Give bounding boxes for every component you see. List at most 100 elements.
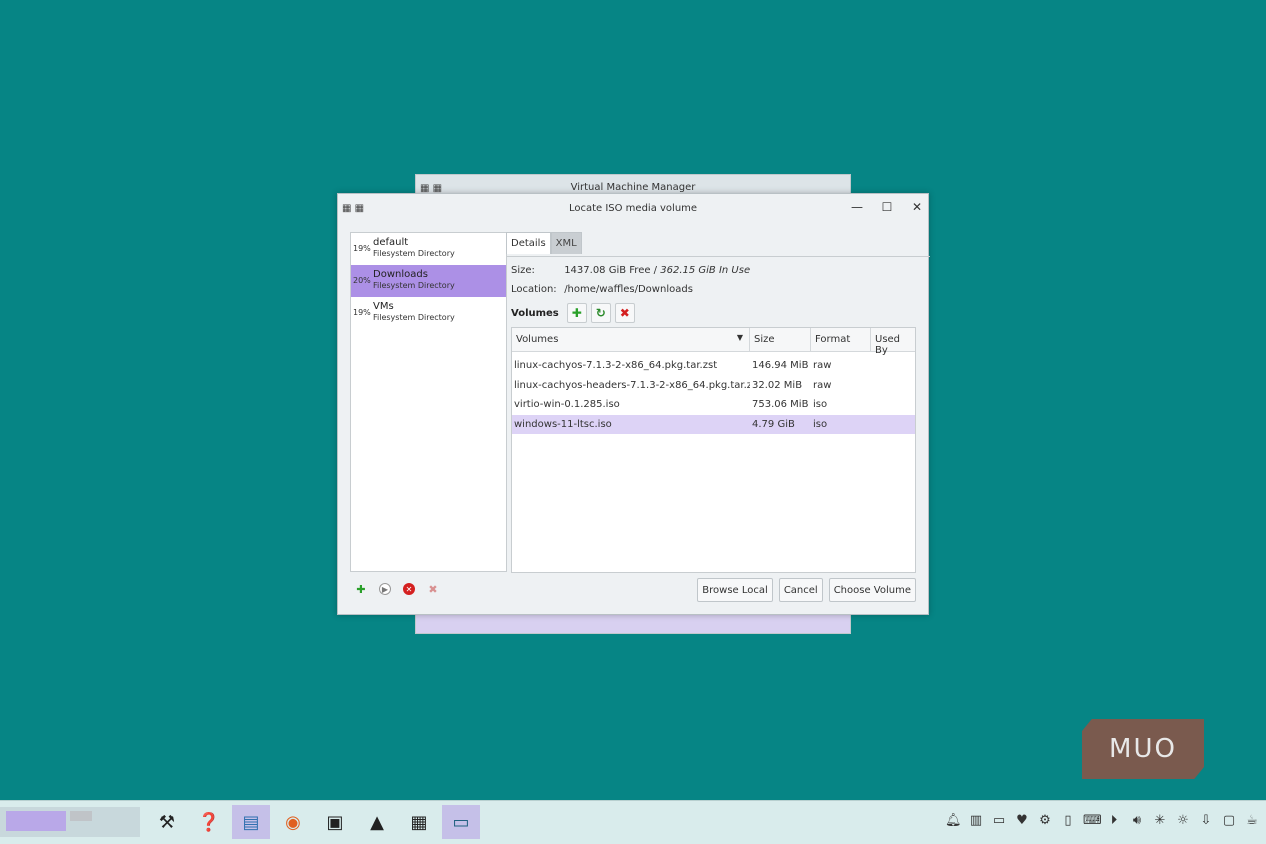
monitor-icon[interactable]: ▭ (442, 805, 480, 839)
pool-type: Filesystem Directory (373, 281, 455, 290)
window-icon[interactable]: ▢ (1221, 813, 1237, 828)
pool-type: Filesystem Directory (373, 249, 455, 258)
maximize-button[interactable]: ☐ (880, 200, 894, 214)
dialog-titlebar: ▦ ▦ Locate ISO media volume — ☐ ✕ (338, 194, 928, 222)
background-window-title: Virtual Machine Manager (570, 182, 696, 193)
dialog-title: Locate ISO media volume (568, 202, 698, 214)
pool-usage: 19% (353, 244, 371, 253)
system-tray: 🔔︎ ▥ ▭ ♥︎ ⚙︎ ▯ ⌨︎ ⏵︎ 🔊︎ ✳︎ ☼ ⇩ ▢ ☕︎ (945, 813, 1260, 828)
delete-icon: ✖ (619, 306, 630, 320)
file-manager-icon[interactable]: ▤ (232, 805, 270, 839)
coffee-icon[interactable]: ☕︎ (1244, 813, 1260, 828)
app-icon: ▦ ▦ (342, 202, 365, 214)
column-header-volumes[interactable]: Volumes ▼ (512, 328, 750, 351)
refresh-icon: ↻ (595, 306, 606, 320)
package-manager-icon[interactable]: ▲ (358, 805, 396, 839)
table-row[interactable]: virtio-win-0.1.285.iso 753.06 MiB iso (512, 395, 915, 415)
delete-icon: ✖ (428, 582, 438, 596)
column-header-used-by[interactable]: Used By (871, 328, 915, 356)
terminal-icon[interactable]: ▣ (316, 805, 354, 839)
sort-down-icon: ▼ (736, 333, 743, 342)
cancel-button[interactable]: Cancel (778, 578, 823, 602)
size-label: Size: (511, 265, 535, 276)
taskbar: ⚒ ❓ ▤ ◉ ▣ ▲ ▦ ▭ 🔔︎ ▥ ▭ ♥︎ ⚙︎ ▯ ⌨︎ ⏵︎ 🔊︎ … (0, 800, 1266, 844)
pool-usage: 20% (353, 276, 371, 285)
help-icon[interactable]: ❓ (190, 805, 228, 839)
workspace-pager[interactable] (0, 807, 140, 837)
notifications-icon[interactable]: 🔔︎ (945, 813, 962, 828)
table-row[interactable]: linux-cachyos-7.1.3-2-x86_64.pkg.tar.zst… (512, 356, 915, 376)
tab-details[interactable]: Details (506, 232, 551, 254)
volume-icon[interactable]: 🔊︎ (1129, 813, 1145, 828)
vpn-icon[interactable]: ♥︎ (1014, 813, 1030, 828)
location-value: /home/waffles/Downloads (564, 284, 693, 295)
delete-pool-button[interactable]: ✖ (424, 580, 442, 598)
workspace-indicator[interactable] (70, 811, 92, 821)
refresh-volumes-button[interactable]: ↻ (590, 303, 611, 323)
firefox-icon[interactable]: ◉ (274, 805, 312, 839)
play-icon: ▶ (379, 583, 391, 595)
browse-local-button[interactable]: Browse Local (697, 578, 773, 602)
start-pool-button[interactable]: ▶ (376, 580, 394, 598)
volume-format: raw (813, 379, 832, 391)
volume-size: 4.79 GiB (752, 418, 795, 430)
volumes-table: Volumes ▼ Size Format Used By linux-cachy… (511, 327, 916, 573)
volume-format: iso (813, 418, 828, 430)
network-icon[interactable]: ▭ (991, 813, 1007, 828)
pool-type: Filesystem Directory (373, 313, 455, 322)
pool-name: VMs (373, 301, 394, 312)
bluetooth-icon[interactable]: ⚙︎ (1037, 813, 1053, 828)
workspace-icon[interactable]: ▥ (968, 813, 984, 828)
add-pool-button[interactable]: ✚ (352, 580, 370, 598)
choose-volume-button[interactable]: Choose Volume (828, 578, 916, 602)
locate-iso-dialog: ▦ ▦ Locate ISO media volume — ☐ ✕ 19% de… (337, 193, 930, 615)
size-in-use: 362.15 GiB In Use (660, 265, 751, 276)
pool-item-vms[interactable]: 19% VMs Filesystem Directory (351, 297, 506, 329)
updates-icon[interactable]: ⇩ (1198, 813, 1214, 828)
pool-name: Downloads (373, 269, 428, 280)
tab-xml[interactable]: XML (550, 232, 582, 254)
close-button[interactable]: ✕ (910, 200, 924, 214)
pool-item-default[interactable]: 19% default Filesystem Directory (351, 233, 506, 265)
delete-volume-button[interactable]: ✖ (614, 303, 635, 323)
pool-item-downloads[interactable]: 20% Downloads Filesystem Directory (351, 265, 506, 297)
keyboard-icon[interactable]: ⌨︎ (1083, 813, 1102, 828)
add-volume-button[interactable]: ✚ (566, 303, 587, 323)
volume-size: 753.06 MiB (752, 399, 809, 411)
background-window-footer (416, 615, 850, 633)
connection-icon[interactable]: ✳︎ (1152, 813, 1168, 828)
column-header-format[interactable]: Format (811, 328, 871, 351)
volume-size: 146.94 MiB (752, 360, 809, 372)
settings-tools-icon[interactable]: ⚒ (148, 805, 186, 839)
volume-name: linux-cachyos-headers-7.1.3-2-x86_64.pkg… (514, 379, 750, 391)
volume-name: linux-cachyos-7.1.3-2-x86_64.pkg.tar.zst (514, 360, 718, 372)
media-play-icon[interactable]: ⏵︎ (1106, 813, 1122, 828)
active-workspace[interactable] (6, 811, 66, 831)
volumes-label: Volumes (511, 307, 559, 319)
storage-pool-list: 19% default Filesystem Directory 20% Dow… (350, 232, 507, 572)
stop-pool-button[interactable]: ✕ (400, 580, 418, 598)
app-icon: ▦ ▦ (420, 182, 443, 194)
volume-format: iso (813, 399, 828, 411)
location-label: Location: (511, 284, 557, 295)
volume-name: windows-11-ltsc.iso (514, 418, 612, 430)
volume-name: virtio-win-0.1.285.iso (514, 399, 620, 411)
plus-icon: ✚ (571, 306, 582, 320)
brightness-icon[interactable]: ☼ (1175, 813, 1191, 828)
column-header-size[interactable]: Size (750, 328, 811, 351)
stop-icon: ✕ (403, 583, 415, 595)
clipboard-icon[interactable]: ▯ (1060, 813, 1076, 828)
plus-icon: ✚ (356, 582, 366, 596)
details-panel: Size: 1437.08 GiB Free / 362.15 GiB In U… (506, 256, 930, 573)
minimize-button[interactable]: — (850, 200, 864, 214)
virt-manager-icon[interactable]: ▦ (400, 805, 438, 839)
size-free: 1437.08 GiB Free / (564, 265, 661, 276)
table-header: Volumes ▼ Size Format Used By (512, 328, 915, 356)
volume-size: 32.02 MiB (752, 379, 803, 391)
pool-name: default (373, 237, 409, 248)
pool-usage: 19% (353, 308, 371, 317)
table-row[interactable]: linux-cachyos-headers-7.1.3-2-x86_64.pkg… (512, 376, 915, 396)
table-row[interactable]: windows-11-ltsc.iso 4.79 GiB iso (512, 414, 915, 434)
muo-watermark-logo: MUO (1082, 719, 1204, 779)
volume-format: raw (813, 360, 832, 372)
